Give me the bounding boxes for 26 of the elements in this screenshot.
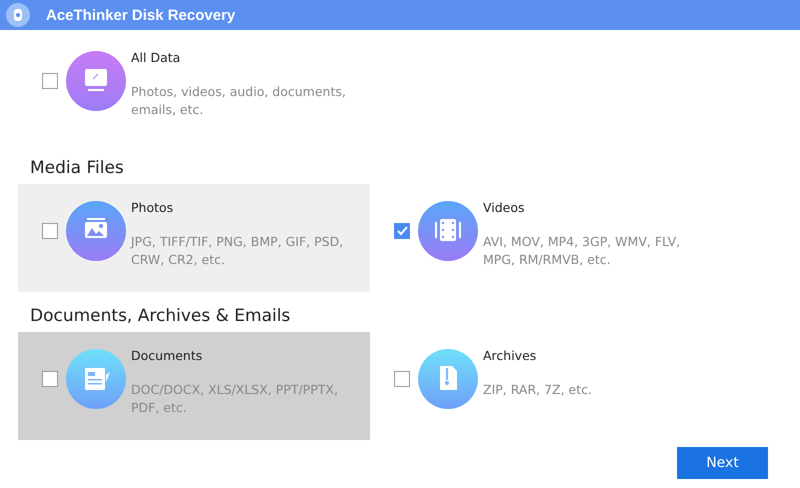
option-description: AVI, MOV, MP4, 3GP, WMV, FLV, MPG, RM/RMVB, etc.	[483, 233, 682, 269]
next-button[interactable]: Next	[677, 447, 768, 479]
monitor-icon	[66, 51, 126, 111]
checkbox[interactable]	[42, 371, 58, 387]
film-icon	[418, 201, 478, 261]
option-title: Photos	[131, 200, 174, 217]
option-title: Documents	[131, 348, 204, 365]
section-heading: Media Files	[29, 158, 125, 180]
photo-icon	[66, 201, 126, 261]
option-card[interactable]: Photos JPG, TIFF/TIF, PNG, BMP, GIF, PSD, CRW, CR2, etc.	[18, 184, 370, 292]
option-card[interactable]: Documents DOC/DOCX, XLS/XLSX, PPT/PPTX, PDF, etc.	[18, 332, 370, 440]
option-title: All Data	[131, 50, 182, 67]
option-description: Photos, videos, audio, documents, emails, etc.	[131, 83, 346, 119]
option-title: Videos	[483, 200, 526, 217]
option-title: Archives	[483, 348, 538, 365]
checkbox[interactable]	[394, 223, 410, 239]
option-description: ZIP, RAR, 7Z, etc.	[483, 381, 593, 399]
document-icon	[66, 349, 126, 409]
option-description: DOC/DOCX, XLS/XLSX, PPT/PPTX, PDF, etc.	[131, 381, 339, 417]
section-heading: Documents, Archives & Emails	[29, 306, 292, 328]
checkbox[interactable]	[42, 223, 58, 239]
checkbox[interactable]	[42, 73, 58, 89]
checkbox[interactable]	[394, 371, 410, 387]
window-title: AceThinker Disk Recovery	[46, 6, 236, 24]
zip-file-icon	[418, 349, 478, 409]
option-description: JPG, TIFF/TIF, PNG, BMP, GIF, PSD, CRW, CR2, etc.	[131, 233, 344, 269]
